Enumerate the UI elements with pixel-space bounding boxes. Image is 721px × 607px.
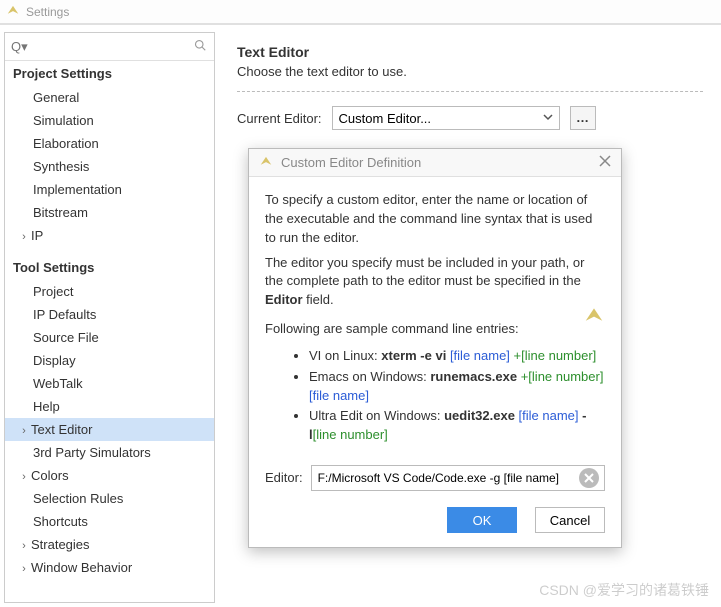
clear-icon[interactable] bbox=[579, 468, 599, 488]
group-tool-settings: Tool Settings bbox=[5, 255, 214, 280]
chevron-right-icon: › bbox=[19, 471, 29, 483]
dialog-p2: The editor you specify must be included … bbox=[265, 254, 605, 311]
current-editor-select-wrap: Custom Editor... bbox=[332, 106, 560, 130]
item-help[interactable]: Help bbox=[5, 395, 214, 418]
item-simulation[interactable]: Simulation bbox=[5, 109, 214, 132]
window-title: Settings bbox=[26, 5, 69, 19]
item-ip-defaults[interactable]: IP Defaults bbox=[5, 303, 214, 326]
current-editor-row: Current Editor: Custom Editor... … bbox=[237, 106, 703, 130]
item-text-editor[interactable]: ›Text Editor bbox=[5, 418, 214, 441]
sample-emacs: Emacs on Windows: runemacs.exe +[line nu… bbox=[309, 368, 605, 406]
app-logo-icon bbox=[6, 5, 20, 19]
dialog-p1: To specify a custom editor, enter the na… bbox=[265, 191, 605, 248]
item-webtalk[interactable]: WebTalk bbox=[5, 372, 214, 395]
app-logo-icon bbox=[583, 307, 605, 329]
custom-editor-dialog: Custom Editor Definition To specify a cu… bbox=[248, 148, 622, 548]
panel-heading: Text Editor bbox=[237, 44, 703, 60]
dialog-p3: Following are sample command line entrie… bbox=[265, 320, 605, 339]
sample-list: VI on Linux: xterm -e vi [file name] +[l… bbox=[265, 347, 605, 445]
editor-label: Editor: bbox=[265, 469, 303, 488]
panel-subheading: Choose the text editor to use. bbox=[237, 64, 703, 79]
sample-vi: VI on Linux: xterm -e vi [file name] +[l… bbox=[309, 347, 605, 366]
browse-editor-button[interactable]: … bbox=[570, 106, 596, 130]
item-colors[interactable]: ›Colors bbox=[5, 464, 214, 487]
app-logo-icon bbox=[259, 156, 273, 170]
item-display[interactable]: Display bbox=[5, 349, 214, 372]
item-3rd-party-simulators[interactable]: 3rd Party Simulators bbox=[5, 441, 214, 464]
item-shortcuts[interactable]: Shortcuts bbox=[5, 510, 214, 533]
item-strategies[interactable]: ›Strategies bbox=[5, 533, 214, 556]
item-synthesis[interactable]: Synthesis bbox=[5, 155, 214, 178]
item-implementation[interactable]: Implementation bbox=[5, 178, 214, 201]
item-ip[interactable]: ›IP bbox=[5, 224, 214, 247]
item-window-behavior[interactable]: ›Window Behavior bbox=[5, 556, 214, 579]
item-bitstream[interactable]: Bitstream bbox=[5, 201, 214, 224]
divider bbox=[0, 24, 721, 25]
chevron-right-icon: › bbox=[19, 425, 29, 437]
current-editor-select[interactable]: Custom Editor... bbox=[332, 106, 560, 130]
settings-tree: Project Settings General Simulation Elab… bbox=[5, 61, 214, 602]
item-selection-rules[interactable]: Selection Rules bbox=[5, 487, 214, 510]
item-project[interactable]: Project bbox=[5, 280, 214, 303]
dialog-buttons: OK Cancel bbox=[249, 501, 621, 547]
search-icon bbox=[194, 39, 206, 51]
item-elaboration[interactable]: Elaboration bbox=[5, 132, 214, 155]
dialog-title: Custom Editor Definition bbox=[281, 155, 599, 170]
titlebar: Settings bbox=[0, 0, 721, 24]
search-input[interactable] bbox=[9, 37, 210, 56]
search-box[interactable] bbox=[5, 33, 214, 61]
item-general[interactable]: General bbox=[5, 86, 214, 109]
chevron-right-icon: › bbox=[19, 563, 29, 575]
item-source-file[interactable]: Source File bbox=[5, 326, 214, 349]
sidebar: Project Settings General Simulation Elab… bbox=[4, 32, 215, 603]
divider-dashed bbox=[237, 91, 703, 92]
dialog-body: To specify a custom editor, enter the na… bbox=[249, 177, 621, 501]
editor-row: Editor: bbox=[265, 465, 605, 491]
cancel-button[interactable]: Cancel bbox=[535, 507, 605, 533]
group-project-settings: Project Settings bbox=[5, 61, 214, 86]
sample-uedit: Ultra Edit on Windows: uedit32.exe [file… bbox=[309, 407, 605, 445]
dialog-titlebar: Custom Editor Definition bbox=[249, 149, 621, 177]
editor-input[interactable] bbox=[311, 465, 605, 491]
ok-button[interactable]: OK bbox=[447, 507, 517, 533]
current-editor-label: Current Editor: bbox=[237, 111, 322, 126]
chevron-right-icon: › bbox=[19, 540, 29, 552]
close-icon[interactable] bbox=[599, 155, 611, 170]
chevron-right-icon: › bbox=[19, 231, 29, 243]
